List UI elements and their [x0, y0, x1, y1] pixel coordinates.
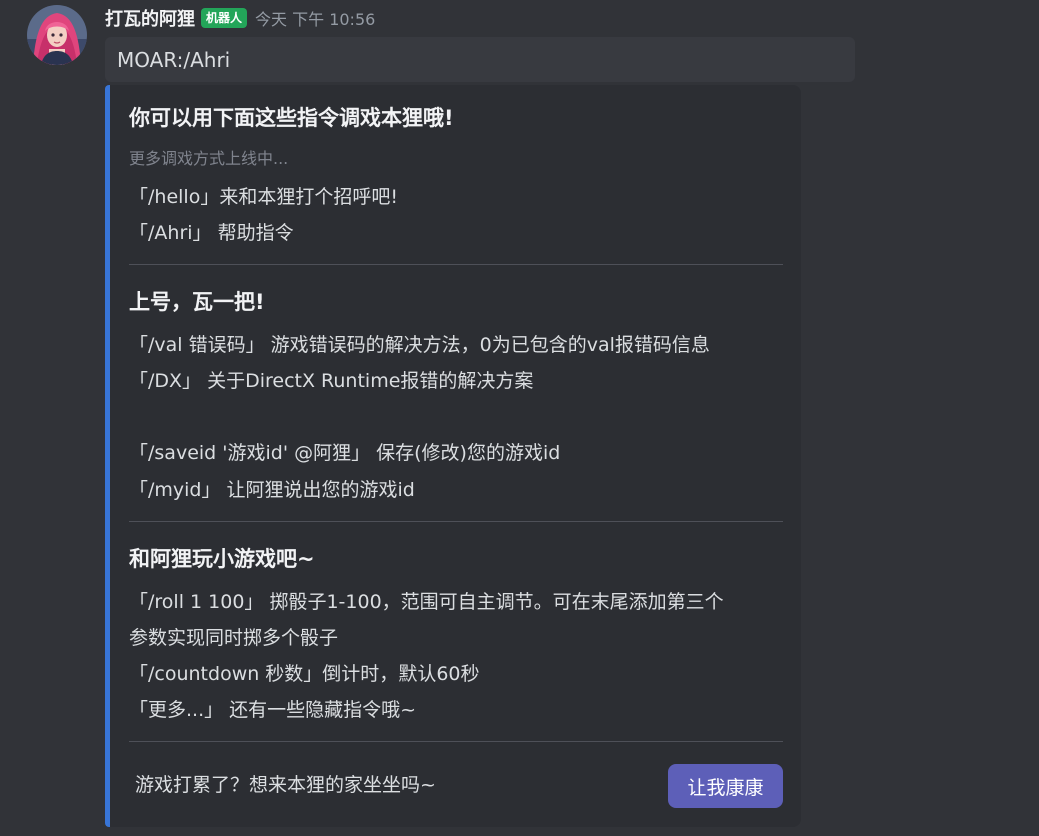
command-line: 「/saveid '游戏id' @阿狸」 保存(修改)您的游戏id — [129, 442, 561, 464]
timestamp: 今天 下午 10:56 — [255, 10, 376, 29]
bot-message: 打瓦的阿狸 机器人 今天 下午 10:56 MOAR:/Ahri 你可以用下面这… — [0, 0, 1039, 836]
message-text: MOAR:/Ahri — [117, 47, 231, 72]
command-line: 「/countdown 秒数」倒计时，默认60秒 — [129, 663, 480, 685]
bot-tag: 机器人 — [201, 8, 248, 28]
section-title-games: 和阿狸玩小游戏吧~ — [129, 547, 315, 571]
username[interactable]: 打瓦的阿狸 — [105, 5, 195, 31]
divider — [129, 264, 783, 265]
divider — [129, 521, 783, 522]
command-line: 「/hello」来和本狸打个招呼吧! — [129, 186, 398, 208]
command-line: 「/Ahri」 帮助指令 — [129, 222, 294, 244]
section-subtitle: 更多调戏方式上线中... — [129, 149, 289, 168]
section-title-commands: 你可以用下面这些指令调戏本狸哦! — [129, 106, 454, 130]
command-line: 「/DX」 关于DirectX Runtime报错的解决方案 — [129, 370, 534, 392]
command-line: 参数实现同时掷多个骰子 — [129, 627, 339, 649]
visit-home-button[interactable]: 让我康康 — [668, 764, 783, 808]
embed-card: 你可以用下面这些指令调戏本狸哦! 更多调戏方式上线中... 「/hello」来和… — [105, 85, 801, 827]
command-line: 「更多...」 还有一些隐藏指令哦~ — [129, 699, 417, 721]
command-line: 「/roll 1 100」 掷骰子1-100，范围可自主调节。可在末尾添加第三个 — [129, 591, 724, 613]
command-line: 「/myid」 让阿狸说出您的游戏id — [129, 479, 415, 501]
command-line: 「/val 错误码」 游戏错误码的解决方法，0为已包含的val报错码信息 — [129, 334, 710, 356]
message-content: MOAR:/Ahri — [105, 37, 855, 82]
avatar[interactable] — [27, 5, 87, 65]
message-header: 打瓦的阿狸 机器人 今天 下午 10:56 — [105, 5, 375, 31]
section-title-valorant: 上号，瓦一把! — [129, 290, 265, 314]
divider — [129, 741, 783, 742]
avatar-image — [27, 5, 87, 65]
footer-text: 游戏打累了？想来本狸的家坐坐吗~ — [135, 774, 436, 796]
